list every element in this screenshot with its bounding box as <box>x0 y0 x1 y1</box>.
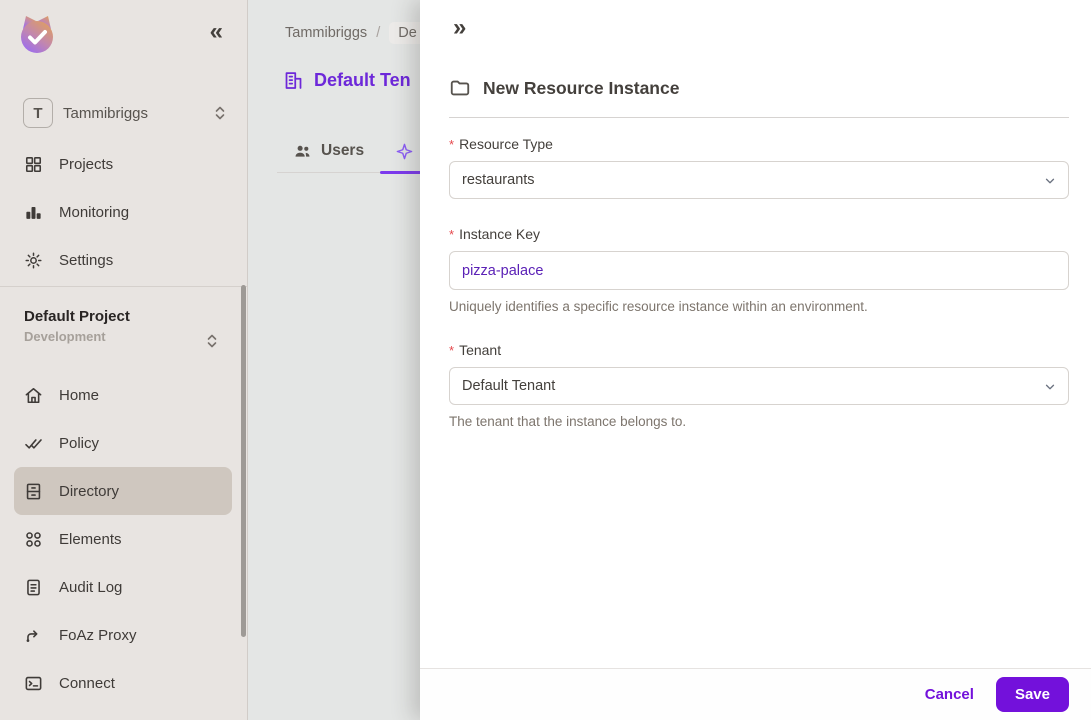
sidebar-item-directory[interactable]: Directory <box>14 467 232 515</box>
instance-key-input[interactable] <box>449 251 1069 290</box>
breadcrumb: Tammibriggs / De <box>285 22 426 44</box>
cancel-button[interactable]: Cancel <box>925 686 974 703</box>
required-asterisk: * <box>449 137 455 152</box>
sidebar-item-settings[interactable]: Settings <box>14 236 232 284</box>
sidebar-item-label: Home <box>59 386 100 404</box>
sidebar-item-monitoring[interactable]: Monitoring <box>14 188 232 236</box>
sidebar-item-foaz-proxy[interactable]: FoAz Proxy <box>14 611 232 659</box>
project-name: Default Project <box>24 308 130 325</box>
sidebar-scrollbar[interactable] <box>241 285 246 637</box>
tenant-field: * Tenant Default Tenant The tenant that t… <box>449 342 1069 429</box>
users-icon <box>293 142 312 161</box>
tenant-label: * Tenant <box>449 342 502 358</box>
resource-type-field: * Resource Type restaurants <box>449 136 1069 199</box>
document-icon <box>24 578 43 597</box>
tab-users[interactable]: Users <box>293 130 364 172</box>
bar-chart-icon <box>24 203 43 222</box>
permit-cat-logo <box>16 12 58 56</box>
page-title-row: Default Ten <box>283 70 411 91</box>
sidebar-item-label: Directory <box>59 482 120 500</box>
app-root: « T Tammibriggs Projects Monitoring Sett… <box>0 0 1091 720</box>
breadcrumb-separator: / <box>376 25 381 41</box>
tenant-value: Default Tenant <box>462 378 556 394</box>
org-name: Tammibriggs <box>63 104 149 122</box>
sidebar-item-label: Settings <box>59 251 114 269</box>
project-selector[interactable]: Default Project Development <box>24 308 225 348</box>
sidebar-item-home[interactable]: Home <box>14 371 232 419</box>
route-arrow-icon <box>24 626 43 645</box>
chevron-down-icon <box>1043 174 1057 188</box>
drawer-title: New Resource Instance <box>483 77 680 98</box>
sidebar-env-nav: Home Policy Directory Elements Audit Log… <box>14 371 232 707</box>
org-avatar: T <box>23 98 53 128</box>
sidebar-collapse-icon[interactable]: « <box>210 18 223 46</box>
tenant-select[interactable]: Default Tenant <box>449 367 1069 405</box>
chevron-updown-icon <box>213 104 227 122</box>
resource-type-value: restaurants <box>462 172 535 188</box>
page-title: Default Ten <box>314 70 411 90</box>
terminal-icon <box>24 674 43 693</box>
double-check-icon <box>24 434 43 453</box>
sidebar-item-label: Policy <box>59 434 100 452</box>
sidebar-divider <box>0 286 247 287</box>
tab-label: Users <box>321 142 365 159</box>
org-selector[interactable]: T Tammibriggs <box>23 97 227 129</box>
drawer-collapse-icon[interactable]: » <box>453 14 466 42</box>
sidebar-item-policy[interactable]: Policy <box>14 419 232 467</box>
resource-type-label: * Resource Type <box>449 136 553 152</box>
resource-type-select[interactable]: restaurants <box>449 161 1069 199</box>
sidebar-item-label: Monitoring <box>59 203 130 221</box>
sparkle-icon <box>395 142 414 161</box>
circles-icon <box>24 530 43 549</box>
chevron-down-icon <box>1043 380 1057 394</box>
instance-key-helper: Uniquely identifies a specific resource … <box>449 299 868 314</box>
new-resource-instance-drawer: » New Resource Instance * Resource Type r… <box>420 0 1091 720</box>
sidebar-item-elements[interactable]: Elements <box>14 515 232 563</box>
home-icon <box>24 386 43 405</box>
folder-icon <box>449 77 471 99</box>
chevron-updown-icon <box>205 332 219 350</box>
drawer-footer: Cancel Save <box>420 668 1091 720</box>
instance-key-field: *Instance Key Uniquely identifies a spec… <box>449 226 1069 314</box>
building-icon <box>283 70 304 91</box>
sidebar-item-label: Projects <box>59 155 114 173</box>
drawer-header-divider <box>449 117 1069 118</box>
required-asterisk: * <box>449 343 455 358</box>
required-asterisk: * <box>449 227 455 242</box>
instance-key-label: * Instance Key <box>449 226 540 242</box>
sidebar-item-label: FoAz Proxy <box>59 626 137 644</box>
tenant-helper: The tenant that the instance belongs to. <box>449 414 687 429</box>
drawer-header: New Resource Instance <box>449 77 679 99</box>
archive-icon <box>24 482 43 501</box>
sidebar: « T Tammibriggs Projects Monitoring Sett… <box>0 0 248 720</box>
breadcrumb-org[interactable]: Tammibriggs <box>285 25 367 41</box>
sidebar-top-nav: Projects Monitoring Settings <box>14 140 232 284</box>
sidebar-item-connect[interactable]: Connect <box>14 659 232 707</box>
sidebar-item-label: Elements <box>59 530 122 548</box>
sidebar-item-projects[interactable]: Projects <box>14 140 232 188</box>
grid-icon <box>24 155 43 174</box>
save-button[interactable]: Save <box>995 677 1069 712</box>
sidebar-item-audit-log[interactable]: Audit Log <box>14 563 232 611</box>
tab-resource-instances[interactable] <box>395 130 414 172</box>
project-environment: Development <box>24 329 106 344</box>
sidebar-item-label: Connect <box>59 674 115 692</box>
gear-icon <box>24 251 43 270</box>
sidebar-item-label: Audit Log <box>59 578 123 596</box>
